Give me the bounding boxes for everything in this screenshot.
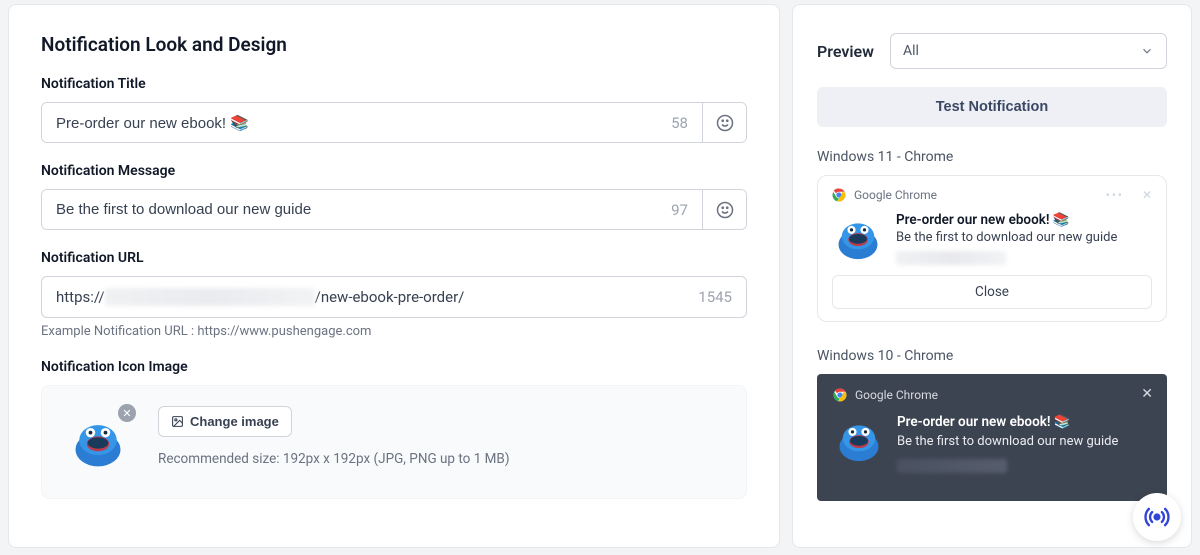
preview-heading: Preview bbox=[817, 42, 874, 61]
notification-icon bbox=[833, 414, 885, 466]
preview-url-redacted bbox=[896, 251, 1006, 265]
url-field-group: Notification URL https:// /new-ebook-pre… bbox=[41, 250, 747, 339]
url-example-text: Example Notification URL : https://www.p… bbox=[41, 324, 747, 339]
preview-win10: Windows 10 - Chrome ✕ Google Chrome bbox=[817, 348, 1167, 501]
preview-select-value: All bbox=[903, 43, 919, 59]
preview-title: Pre-order our new ebook! 📚 bbox=[897, 414, 1151, 430]
smile-icon bbox=[716, 201, 734, 219]
message-input-row: 97 bbox=[41, 189, 747, 230]
preview-message: Be the first to download our new guide bbox=[896, 230, 1152, 245]
more-icon[interactable]: ••• bbox=[1106, 188, 1124, 202]
os-label-win11: Windows 11 - Chrome bbox=[817, 149, 1167, 165]
preview-title: Pre-order our new ebook! 📚 bbox=[896, 212, 1152, 228]
close-button[interactable]: Close bbox=[832, 275, 1152, 309]
chrome-icon bbox=[832, 188, 846, 202]
message-counter: 97 bbox=[657, 190, 702, 229]
broadcast-icon bbox=[1144, 504, 1170, 530]
floating-action-button[interactable] bbox=[1133, 493, 1181, 541]
url-suffix: /new-ebook-pre-order/ bbox=[315, 288, 465, 306]
browser-label: Google Chrome bbox=[854, 188, 937, 202]
chevron-down-icon bbox=[1140, 44, 1154, 58]
emoji-picker-button[interactable] bbox=[702, 103, 746, 142]
title-field-group: Notification Title 58 bbox=[41, 76, 747, 143]
browser-label: Google Chrome bbox=[855, 388, 938, 402]
preview-win11: Windows 11 - Chrome Google Chrome ••• ✕ bbox=[817, 149, 1167, 322]
chrome-icon bbox=[833, 388, 847, 402]
change-image-label: Change image bbox=[190, 414, 279, 429]
notification-card-win10: ✕ Google Chrome Pre-order our new ebook!… bbox=[817, 374, 1167, 501]
image-icon bbox=[171, 415, 184, 428]
test-notification-button[interactable]: Test Notification bbox=[817, 87, 1167, 127]
change-image-button[interactable]: Change image bbox=[158, 406, 292, 437]
message-input[interactable] bbox=[42, 190, 657, 229]
remove-icon-button[interactable]: ✕ bbox=[118, 404, 136, 422]
preview-message: Be the first to download our new guide bbox=[897, 434, 1151, 449]
emoji-picker-button[interactable] bbox=[702, 190, 746, 229]
section-title: Notification Look and Design bbox=[41, 33, 747, 56]
notification-icon bbox=[832, 212, 884, 264]
preview-select[interactable]: All bbox=[890, 33, 1167, 69]
icon-field-group: Notification Icon Image ✕ bbox=[41, 359, 747, 499]
url-redacted bbox=[105, 288, 315, 306]
icon-label: Notification Icon Image bbox=[41, 359, 747, 375]
title-input-row: 58 bbox=[41, 102, 747, 143]
message-field-group: Notification Message 97 bbox=[41, 163, 747, 230]
url-input[interactable]: https:// /new-ebook-pre-order/ 1545 bbox=[41, 276, 747, 318]
url-counter: 1545 bbox=[684, 288, 746, 306]
close-icon[interactable]: ✕ bbox=[1142, 188, 1152, 202]
icon-upload-box: ✕ Change image Recommende bbox=[41, 385, 747, 499]
smile-icon bbox=[716, 114, 734, 132]
title-input[interactable] bbox=[42, 103, 657, 142]
notification-card-win11: Google Chrome ••• ✕ Pre-order our new eb… bbox=[817, 175, 1167, 322]
preview-url-redacted bbox=[897, 459, 1007, 473]
preview-panel: Preview All Test Notification Windows 11… bbox=[792, 4, 1192, 548]
recommended-size-text: Recommended size: 192px x 192px (JPG, PN… bbox=[158, 451, 730, 467]
message-label: Notification Message bbox=[41, 163, 747, 179]
mascot-icon bbox=[68, 412, 128, 472]
os-label-win10: Windows 10 - Chrome bbox=[817, 348, 1167, 364]
icon-preview: ✕ bbox=[58, 402, 138, 482]
design-panel: Notification Look and Design Notificatio… bbox=[8, 4, 780, 548]
title-counter: 58 bbox=[657, 103, 702, 142]
url-prefix: https:// bbox=[56, 288, 105, 306]
title-label: Notification Title bbox=[41, 76, 747, 92]
close-icon[interactable]: ✕ bbox=[1141, 386, 1153, 402]
url-label: Notification URL bbox=[41, 250, 747, 266]
